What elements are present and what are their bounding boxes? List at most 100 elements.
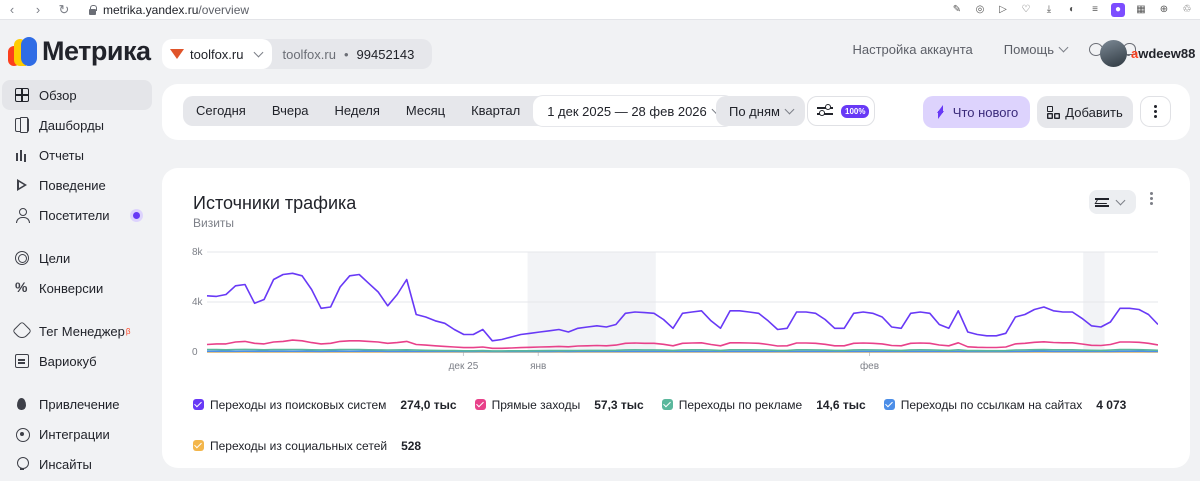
add-label: Добавить — [1065, 104, 1123, 120]
chevron-down-icon — [1058, 42, 1069, 53]
period-quarter[interactable]: Квартал — [458, 96, 533, 126]
legend-checkbox[interactable] — [883, 399, 895, 410]
sidebar-item-conversions[interactable]: Конверсии — [2, 273, 152, 303]
logo-text: Метрика — [42, 36, 151, 66]
chart-type-dropdown[interactable] — [1089, 190, 1136, 214]
traffic-chart[interactable]: 8k 4k 0 дек 25 янв фев — [192, 246, 1158, 374]
y-tick-label: 4k — [192, 297, 204, 308]
grid-icon[interactable]: ▦ — [1134, 3, 1148, 17]
variocube-icon — [15, 354, 29, 368]
integrations-icon — [15, 427, 30, 442]
counter-site-dropdown[interactable]: toolfox.ru — [162, 39, 273, 69]
sidebar-item-tag-manager[interactable]: Тег Менеджер β — [2, 316, 152, 346]
legend-checkbox[interactable] — [474, 399, 486, 410]
widget-more-button[interactable] — [1150, 197, 1153, 200]
camera-icon[interactable]: ◎ — [973, 3, 987, 17]
extension-icon[interactable]: ◐ — [1065, 3, 1079, 17]
counter-info: toolfox.ru • 99452143 — [272, 39, 432, 69]
y-tick-label: 0 — [192, 347, 198, 358]
counter-selector[interactable]: toolfox.ru toolfox.ru • 99452143 — [162, 39, 433, 69]
date-range-label: 1 дек 2025 — 28 фев 2026 — [547, 103, 707, 119]
sidebar: Обзор Дашборды Отчеты Поведение Посетите… — [0, 80, 160, 479]
sidebar-item-goals[interactable]: Цели — [2, 243, 152, 273]
account-settings-link[interactable]: Настройка аккаунта — [852, 42, 972, 57]
more-options-button[interactable] — [1140, 96, 1171, 127]
profile-icon[interactable]: ● — [1111, 3, 1125, 17]
chevron-down-icon — [784, 104, 795, 114]
legend-checkbox[interactable] — [193, 440, 204, 451]
recycle-icon[interactable]: ♲ — [1180, 3, 1194, 17]
whats-new-label: Что нового — [952, 104, 1019, 120]
legend-series-name: Прямые заходы — [491, 397, 581, 412]
help-label: Помощь — [1003, 42, 1054, 57]
legend-series-total: 274,0 тыс — [400, 397, 457, 412]
sidebar-item-label: Вариокуб — [39, 353, 97, 369]
widgets-icon — [1047, 106, 1059, 118]
traffic-sources-widget: Источники трафика Визиты 8k 4k 0 дек 25 янв ф… — [162, 168, 1190, 468]
legend-item[interactable]: Переходы по рекламе 14,6 тыс — [661, 398, 866, 412]
back-icon[interactable]: ‹ — [6, 2, 18, 18]
period-week[interactable]: Неделя — [322, 96, 393, 126]
sidebar-item-label: Привлечение — [39, 396, 120, 412]
download-icon[interactable]: ⤓ — [1042, 3, 1056, 17]
sidebar-item-insights[interactable]: Инсайты — [2, 449, 152, 479]
play-icon[interactable]: ▷ — [996, 3, 1010, 17]
group-by-label: По дням — [729, 103, 780, 119]
help-menu[interactable]: Помощь — [1004, 42, 1069, 57]
y-tick-label: 8k — [192, 247, 204, 258]
sidebar-item-integrations[interactable]: Интеграции — [2, 419, 152, 449]
legend-item[interactable]: Переходы из социальных сетей 528 — [193, 438, 422, 453]
whats-new-button[interactable]: Что нового — [923, 96, 1030, 128]
x-tick-label: янв — [530, 361, 546, 372]
sidebar-item-reports[interactable]: Отчеты — [2, 140, 152, 170]
chevron-down-icon — [1115, 195, 1126, 205]
beta-badge: β — [125, 326, 131, 336]
lightbulb-icon — [15, 457, 29, 471]
chevron-down-icon — [254, 47, 264, 57]
x-tick-label: фев — [860, 360, 879, 372]
metrika-logo[interactable]: Метрика — [8, 36, 151, 67]
new-indicator-dot — [133, 212, 140, 219]
chart-legend: Переходы из поисковых систем 274,0 тыс Пря… — [193, 397, 1173, 453]
legend-checkbox[interactable] — [661, 399, 673, 410]
period-today[interactable]: Сегодня — [183, 96, 259, 126]
sampling-button[interactable]: 100% — [807, 96, 875, 126]
more-vertical-icon — [1154, 110, 1157, 113]
sidebar-item-visitors[interactable]: Посетители — [2, 200, 152, 230]
counter-name: toolfox.ru — [282, 46, 336, 62]
sidebar-item-overview[interactable]: Обзор — [2, 80, 152, 110]
legend-item[interactable]: Прямые заходы 57,3 тыс — [474, 397, 644, 412]
header-actions: Настройка аккаунта Помощь — [852, 42, 1136, 57]
sidebar-item-acquisition[interactable]: Привлечение — [2, 389, 152, 419]
period-selector: Сегодня Вчера Неделя Месяц Квартал 1 дек… — [183, 96, 734, 126]
sidebar-item-dashboards[interactable]: Дашборды — [2, 110, 152, 140]
sidebar-item-variocube[interactable]: Вариокуб — [2, 346, 152, 376]
forward-icon[interactable]: › — [32, 2, 44, 18]
date-range-picker[interactable]: 1 дек 2025 — 28 фев 2026 — [533, 96, 734, 126]
menu-lines-icon[interactable]: ≡ — [1088, 3, 1102, 17]
heart-icon[interactable]: ♡ — [1019, 3, 1033, 17]
play-icon — [15, 178, 29, 192]
address-bar[interactable]: metrika.yandex.ru/overview — [88, 3, 249, 17]
sidebar-item-behavior[interactable]: Поведение — [2, 170, 152, 200]
reload-icon[interactable]: ↻ — [58, 2, 70, 18]
period-month[interactable]: Месяц — [393, 96, 458, 126]
edit-icon[interactable]: ✎ — [950, 3, 964, 17]
sidebar-item-label: Интеграции — [39, 426, 110, 442]
user-menu[interactable]: awdeew88 — [1100, 40, 1195, 67]
period-yesterday[interactable]: Вчера — [259, 96, 322, 126]
legend-item[interactable]: Переходы из поисковых систем 274,0 тыс — [193, 397, 457, 412]
legend-item[interactable]: Переходы по ссылкам на сайтах 4 073 — [883, 397, 1127, 412]
legend-series-total: 528 — [401, 438, 422, 453]
lightning-icon — [935, 105, 945, 119]
avatar — [1100, 40, 1127, 67]
add-button[interactable]: Добавить — [1037, 96, 1133, 128]
series-line-1 — [206, 339, 1158, 350]
legend-checkbox[interactable] — [193, 399, 204, 410]
legend-series-total: 4 073 — [1096, 397, 1127, 412]
globe-icon[interactable]: ⊕ — [1157, 3, 1171, 17]
lock-icon — [88, 4, 97, 15]
group-by-dropdown[interactable]: По дням — [716, 96, 805, 126]
grid-icon — [15, 88, 29, 102]
sampling-badge: 100% — [841, 104, 870, 118]
